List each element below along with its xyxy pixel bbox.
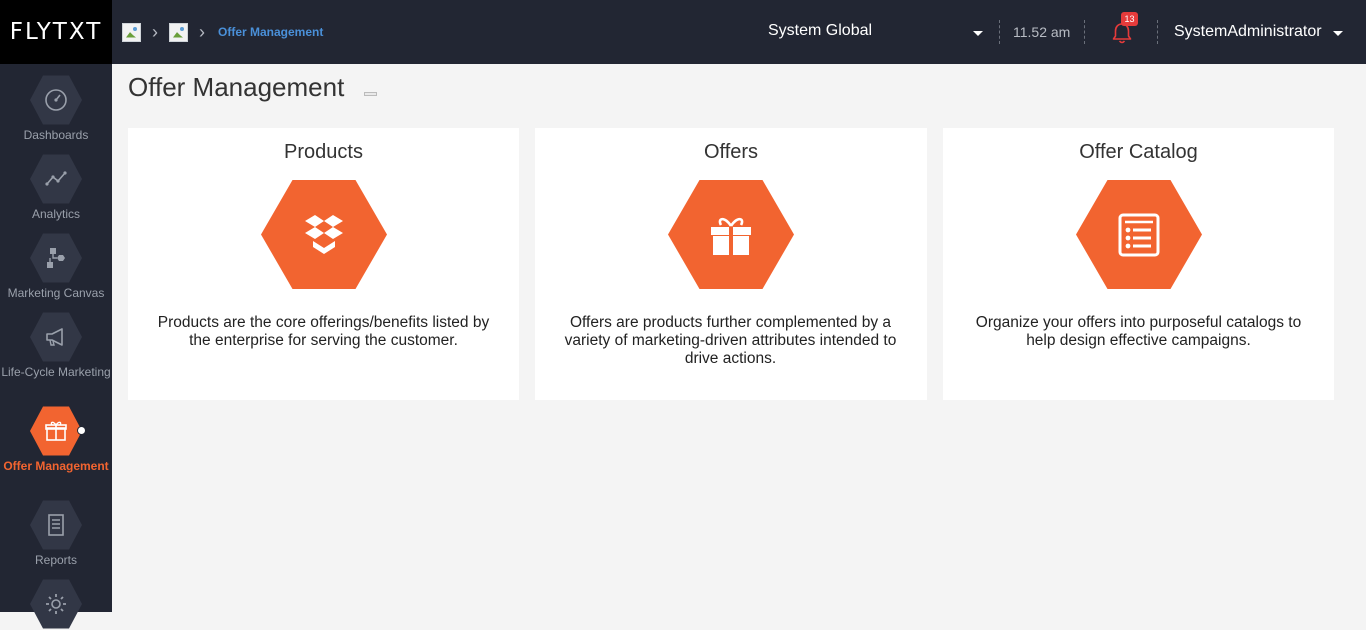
line-graph-icon[interactable]	[30, 154, 82, 204]
gear-icon[interactable]	[30, 579, 82, 629]
title-options-icon[interactable]	[364, 92, 377, 96]
gauge-icon[interactable]	[30, 75, 82, 125]
document-icon[interactable]	[30, 500, 82, 550]
caret-down-icon[interactable]	[1333, 31, 1343, 36]
megaphone-icon[interactable]	[30, 312, 82, 362]
sidebar-item-offer-management[interactable]: Offer Management	[0, 459, 112, 474]
top-bar: FLYTXT › › Offer Management System Globa…	[0, 0, 1366, 64]
gift-icon[interactable]	[30, 406, 82, 456]
breadcrumb: › › Offer Management	[122, 22, 323, 42]
card-title: Products	[284, 141, 363, 163]
divider	[1157, 20, 1158, 44]
sidebar-item-analytics[interactable]: Analytics	[0, 207, 112, 222]
divider	[1084, 20, 1085, 44]
app-logo[interactable]: FLYTXT	[0, 0, 112, 64]
breadcrumb-image-icon[interactable]	[169, 22, 188, 42]
sidebar-item-reports[interactable]: Reports	[0, 553, 112, 568]
card-description: Offers are products further complemented…	[564, 314, 897, 367]
active-indicator	[77, 426, 86, 435]
flowchart-icon[interactable]	[30, 233, 82, 283]
scope-selector[interactable]: System Global	[768, 22, 872, 40]
sidebar-item-marketing-canvas[interactable]: Marketing Canvas	[0, 286, 112, 301]
sidebar: Dashboards Analytics Marketing Canvas Li…	[0, 64, 112, 629]
card-title: Offers	[703, 141, 759, 163]
page-title: Offer Management	[128, 72, 345, 102]
chevron-right-icon: ›	[199, 22, 205, 42]
gift-icon[interactable]	[668, 180, 794, 289]
breadcrumb-current[interactable]: Offer Management	[218, 25, 323, 39]
chevron-right-icon: ›	[152, 22, 158, 42]
offers-card[interactable]: Offers Offers are products further compl…	[535, 128, 927, 400]
dropbox-box-icon[interactable]	[261, 180, 387, 289]
current-time: 11.52 am	[1013, 24, 1071, 40]
card-description: Products are the core offerings/benefits…	[157, 314, 490, 349]
sidebar-item-dashboards[interactable]: Dashboards	[0, 128, 112, 143]
offer-catalog-card[interactable]: Offer Catalog Organize your offers into …	[943, 128, 1334, 400]
caret-down-icon[interactable]	[973, 31, 983, 36]
breadcrumb-image-icon[interactable]	[122, 22, 141, 42]
products-card[interactable]: Products Products are the core offerings…	[128, 128, 519, 400]
user-menu[interactable]: SystemAdministrator	[1174, 23, 1322, 41]
sidebar-item-life-cycle-marketing[interactable]: Life-Cycle Marketing	[0, 365, 112, 380]
divider	[999, 20, 1000, 44]
card-title: Offer Catalog	[1079, 141, 1198, 163]
card-description: Organize your offers into purposeful cat…	[975, 314, 1302, 349]
notification-badge: 13	[1121, 12, 1138, 26]
list-icon[interactable]	[1076, 180, 1202, 289]
